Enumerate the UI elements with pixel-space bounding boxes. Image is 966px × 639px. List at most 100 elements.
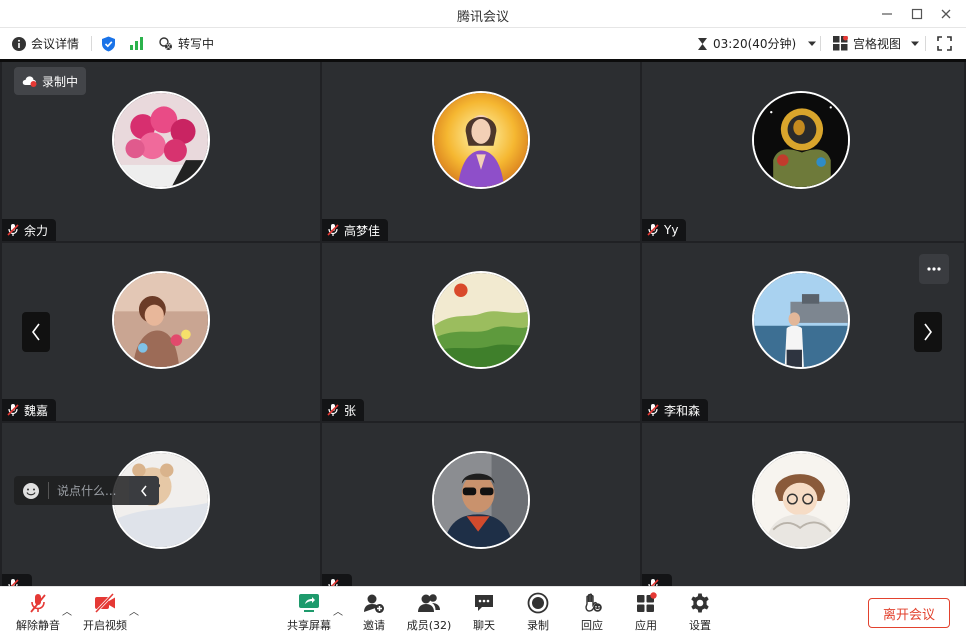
transcribe-icon: 文	[159, 36, 172, 50]
avatar	[432, 91, 530, 189]
chat-button[interactable]: 聊天	[456, 591, 512, 637]
start-video-label: 开启视频	[83, 619, 127, 632]
participant-name-tag	[642, 574, 672, 586]
participant-tile[interactable]: 张	[322, 243, 640, 421]
divider	[925, 36, 926, 51]
participant-name: 余力	[24, 223, 49, 238]
title-bar: 腾讯会议	[0, 0, 966, 28]
participant-name: 魏嘉	[24, 403, 49, 418]
invite-button[interactable]: 邀请	[346, 591, 402, 637]
svg-text:文: 文	[165, 42, 171, 50]
reactions-label: 回应	[581, 619, 603, 632]
chat-label: 聊天	[473, 619, 495, 632]
network-signal-icon[interactable]	[129, 28, 144, 59]
apps-button[interactable]: 应用	[618, 591, 674, 637]
avatar	[752, 271, 850, 369]
meeting-info-bar: 会议详情 文 转写中 03:20(40分钟) 宫格视图	[0, 28, 966, 59]
leave-meeting-button[interactable]: 离开会议	[868, 598, 950, 628]
share-screen-label: 共享屏幕	[287, 619, 331, 632]
members-icon	[417, 591, 441, 615]
close-icon[interactable]	[935, 3, 957, 25]
avatar	[112, 91, 210, 189]
divider	[48, 482, 49, 499]
previous-page-button[interactable]	[22, 312, 50, 352]
more-options-button[interactable]	[919, 254, 949, 284]
transcribing-label: 转写中	[178, 37, 215, 51]
timer-text: 03:20(40分钟)	[713, 37, 797, 51]
emoji-icon[interactable]	[22, 482, 40, 500]
chevron-left-icon	[141, 485, 147, 496]
view-mode-button[interactable]: 宫格视图	[833, 28, 920, 59]
share-options-caret[interactable]: ︿	[333, 603, 343, 618]
audio-options-caret[interactable]: ︿	[62, 603, 72, 618]
record-button[interactable]: 录制	[510, 591, 566, 637]
hand-wave-icon	[580, 591, 604, 615]
unmute-button[interactable]: 解除静音	[10, 591, 66, 637]
participant-name: Yy	[664, 223, 679, 237]
avatar	[432, 451, 530, 549]
avatar	[752, 451, 850, 549]
gear-icon	[688, 591, 712, 615]
recording-label: 录制中	[42, 74, 79, 89]
next-page-button[interactable]	[914, 312, 942, 352]
minimize-icon[interactable]	[876, 3, 898, 25]
chevron-right-icon	[924, 323, 932, 341]
apps-label: 应用	[635, 619, 657, 632]
participant-tile[interactable]: 高梦佳	[322, 62, 640, 241]
hourglass-icon	[698, 37, 707, 50]
members-button[interactable]: 成员(32)	[401, 591, 457, 637]
participant-name-tag: 高梦佳	[322, 219, 389, 241]
transcribing-indicator[interactable]: 文 转写中	[159, 28, 214, 59]
quick-chat-box[interactable]: 说点什么...	[14, 476, 159, 505]
start-video-button[interactable]: 开启视频	[77, 591, 133, 637]
more-dots-icon	[927, 267, 941, 271]
participant-name-tag	[322, 574, 352, 586]
camera-off-icon	[93, 591, 117, 615]
participant-tile[interactable]	[322, 423, 640, 586]
participant-name-tag	[2, 574, 32, 586]
participant-name-tag: Yy	[642, 219, 687, 241]
participant-tile[interactable]	[642, 423, 964, 586]
mic-muted-icon	[327, 404, 339, 416]
grid-view-icon	[833, 36, 848, 51]
info-icon	[12, 36, 26, 51]
meeting-details-button[interactable]: 会议详情	[12, 28, 79, 59]
cloud-record-icon	[22, 76, 37, 87]
participant-name: 李和森	[664, 403, 701, 418]
chat-icon	[472, 591, 496, 615]
collapse-chat-button[interactable]	[129, 476, 159, 505]
share-screen-icon	[297, 591, 321, 615]
mic-muted-icon	[647, 224, 659, 236]
participant-name-tag: 魏嘉	[2, 399, 57, 421]
window-title: 腾讯会议	[456, 10, 509, 25]
unmute-label: 解除静音	[16, 619, 60, 632]
participant-name: 张	[344, 403, 357, 418]
mic-muted-icon	[26, 591, 50, 615]
recording-badge[interactable]: 录制中	[14, 67, 87, 95]
settings-label: 设置	[689, 619, 711, 632]
meeting-timer[interactable]: 03:20(40分钟)	[697, 28, 817, 59]
share-screen-button[interactable]: 共享屏幕	[281, 591, 337, 637]
participant-name: 高梦佳	[344, 223, 381, 238]
meeting-details-label: 会议详情	[31, 37, 80, 51]
settings-button[interactable]: 设置	[672, 591, 728, 637]
avatar	[112, 271, 210, 369]
participant-name-tag: 余力	[2, 219, 57, 241]
add-user-icon	[362, 591, 386, 615]
chat-input-placeholder[interactable]: 说点什么...	[57, 482, 116, 499]
avatar	[752, 91, 850, 189]
maximize-icon[interactable]	[906, 3, 928, 25]
divider	[91, 36, 92, 51]
participant-tile[interactable]: Yy	[642, 62, 964, 241]
invite-label: 邀请	[363, 619, 385, 632]
mic-muted-icon	[647, 404, 659, 416]
meeting-toolbar: 解除静音 ︿ 开启视频 ︿ 共享屏幕 ︿ 邀请 成员(32) 聊天 录制 回应 …	[0, 586, 966, 639]
mic-muted-icon	[8, 579, 19, 586]
reactions-button[interactable]: 回应	[564, 591, 620, 637]
view-mode-label: 宫格视图	[853, 37, 902, 51]
avatar	[432, 271, 530, 369]
security-shield-icon[interactable]	[101, 28, 116, 59]
mic-muted-icon	[327, 224, 339, 236]
video-options-caret[interactable]: ︿	[129, 603, 139, 618]
fullscreen-icon[interactable]	[937, 28, 952, 59]
